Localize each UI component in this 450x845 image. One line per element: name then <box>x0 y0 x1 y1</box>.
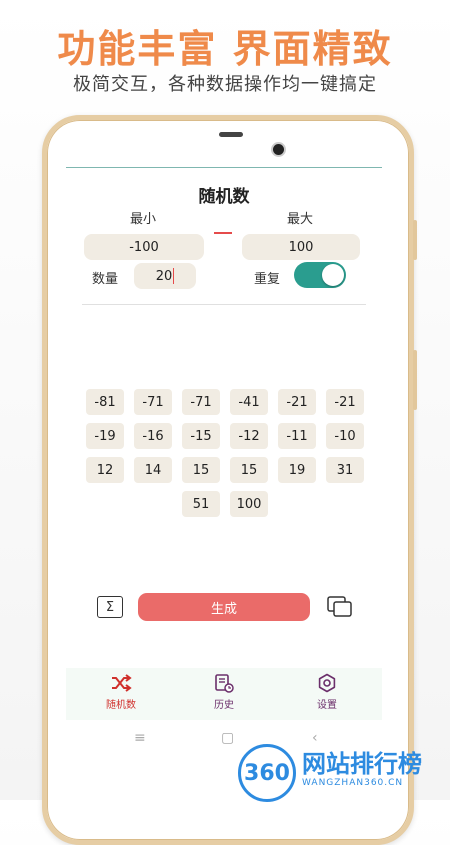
promo-subline: 极简交互，各种数据操作均一键搞定 <box>73 74 377 95</box>
min-input[interactable]: -100 <box>84 234 204 260</box>
toggle-knob <box>322 264 344 286</box>
result-cell: -11 <box>278 423 316 449</box>
power-button <box>413 350 417 410</box>
min-label: 最小 <box>130 212 157 227</box>
result-cell: -21 <box>326 389 364 415</box>
settings-icon <box>282 672 372 694</box>
result-cell: 15 <box>230 457 268 483</box>
generate-button[interactable]: 生成 <box>138 593 310 621</box>
result-cell: 51 <box>182 491 220 517</box>
repeat-label: 重复 <box>254 272 281 287</box>
watermark-badge: 360 <box>238 744 296 802</box>
history-icon <box>179 672 269 694</box>
phone-frame: 随机数 最小 最大 -100 100 数量 20 重复 -81 -71 -71 -41… <box>42 115 417 845</box>
promo-headline: 功能丰富 界面精致 <box>57 27 393 71</box>
result-cell: 15 <box>182 457 220 483</box>
sum-button[interactable]: Σ <box>97 596 123 618</box>
result-cell: -21 <box>278 389 316 415</box>
divider <box>82 304 366 305</box>
result-cell: -12 <box>230 423 268 449</box>
tab-history[interactable]: 历史 <box>179 672 269 711</box>
result-cell: -10 <box>326 423 364 449</box>
tab-settings-label: 设置 <box>317 700 337 711</box>
result-cell: 14 <box>134 457 172 483</box>
tab-random[interactable]: 随机数 <box>76 672 166 711</box>
count-value: 20 <box>155 268 173 284</box>
copy-icon[interactable] <box>326 595 354 619</box>
count-label: 数量 <box>92 272 119 287</box>
watermark-domain: WANGZHAN360.CN <box>302 778 404 788</box>
tab-settings[interactable]: 设置 <box>282 672 372 711</box>
max-label: 最大 <box>287 212 314 227</box>
shuffle-icon <box>76 672 166 694</box>
max-input[interactable]: 100 <box>242 234 360 260</box>
watermark-name: 网站排行榜 <box>302 750 422 778</box>
volume-button <box>413 220 417 260</box>
result-cell: 19 <box>278 457 316 483</box>
text-caret <box>173 268 175 284</box>
count-input[interactable]: 20 <box>134 263 196 289</box>
result-cell: -81 <box>86 389 124 415</box>
menu-nav-button[interactable]: ≡ <box>134 730 146 746</box>
result-cell: 100 <box>230 491 268 517</box>
result-cell: -16 <box>134 423 172 449</box>
app-screen: 随机数 最小 最大 -100 100 数量 20 重复 -81 -71 -71 -41… <box>66 167 382 720</box>
result-cell: -71 <box>134 389 172 415</box>
tab-history-label: 历史 <box>214 700 234 711</box>
watermark: 360 网站排行榜 WANGZHAN360.CN <box>238 740 450 802</box>
result-cell: 31 <box>326 457 364 483</box>
home-nav-button[interactable]: ▢ <box>221 730 234 746</box>
front-camera <box>273 144 284 155</box>
speaker-grille <box>219 132 243 137</box>
tab-bar: 随机数 历史 设置 <box>66 668 382 720</box>
result-cell: -19 <box>86 423 124 449</box>
result-cell: 12 <box>86 457 124 483</box>
repeat-toggle[interactable] <box>294 262 346 288</box>
tab-random-label: 随机数 <box>106 700 136 711</box>
result-cell: -15 <box>182 423 220 449</box>
page-title: 随机数 <box>198 187 250 207</box>
range-separator <box>214 232 232 234</box>
result-cell: -71 <box>182 389 220 415</box>
result-cell: -41 <box>230 389 268 415</box>
